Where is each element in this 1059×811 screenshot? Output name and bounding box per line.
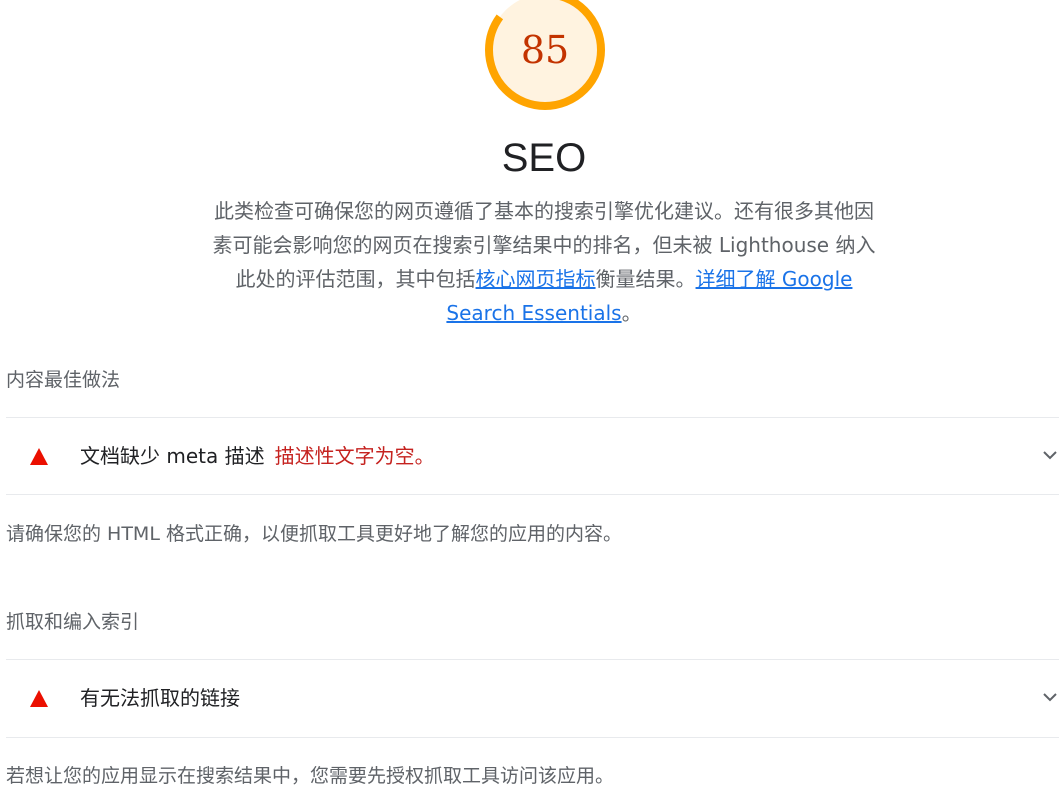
description-text-2: 衡量结果。 xyxy=(595,267,696,291)
audit-title: 文档缺少 meta 描述 xyxy=(80,444,265,468)
divider xyxy=(6,494,1059,495)
audit-crawlable-links[interactable]: 有无法抓取的链接 xyxy=(6,660,1059,736)
group-title-crawling-indexing: 抓取和编入索引 xyxy=(6,611,140,633)
audit-display-value: 描述性文字为空。 xyxy=(274,444,435,468)
group-title-content-best-practices: 内容最佳做法 xyxy=(6,369,121,391)
fail-triangle-icon xyxy=(30,689,48,707)
score-gauge[interactable]: 85 xyxy=(483,0,607,112)
group-description: 请确保您的 HTML 格式正确，以便抓取工具更好地了解您的应用的内容。 xyxy=(6,523,622,545)
audit-meta-description[interactable]: 文档缺少 meta 描述 描述性文字为空。 xyxy=(6,418,1059,494)
divider xyxy=(6,737,1059,738)
score-value: 85 xyxy=(520,28,570,72)
chevron-down-icon[interactable] xyxy=(1041,446,1059,464)
lighthouse-seo-report: 85 SEO 此类检查可确保您的网页遵循了基本的搜索引擎优化建议。还有很多其他因… xyxy=(0,0,1059,811)
description-end: 。 xyxy=(621,301,642,325)
core-web-vitals-link[interactable]: 核心网页指标 xyxy=(476,267,596,291)
category-title: SEO xyxy=(501,136,587,180)
chevron-down-icon[interactable] xyxy=(1041,688,1059,706)
fail-triangle-icon xyxy=(30,447,48,465)
group-description: 若想让您的应用显示在搜索结果中，您需要先授权抓取工具访问该应用。 xyxy=(6,765,615,787)
audit-title: 有无法抓取的链接 xyxy=(80,686,240,710)
category-description: 此类检查可确保您的网页遵循了基本的搜索引擎优化建议。还有很多其他因素可能会影响您… xyxy=(205,194,883,330)
